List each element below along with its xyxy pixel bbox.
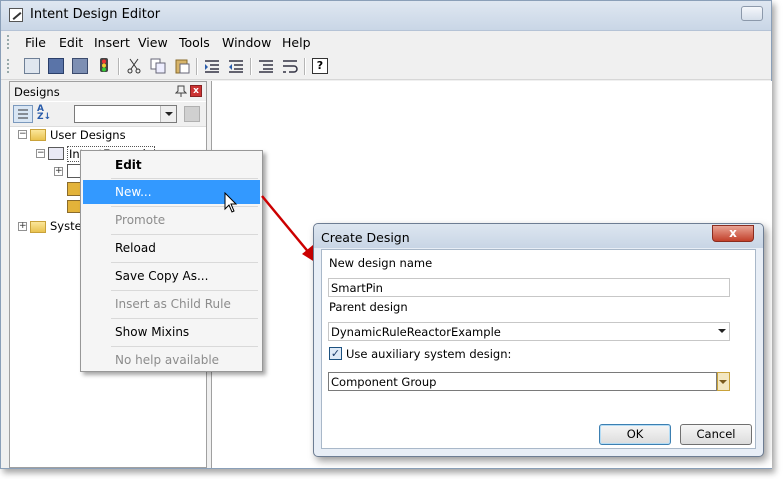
dialog-body: New design name SmartPin Parent design D…: [321, 249, 756, 449]
toolbar-separator: [250, 58, 252, 75]
chevron-down-icon: [718, 329, 726, 333]
menu-separator: [111, 234, 258, 235]
minimize-button[interactable]: [741, 6, 763, 21]
menu-separator: [111, 178, 258, 179]
new-icon[interactable]: [24, 58, 40, 74]
save-icon[interactable]: [48, 58, 64, 74]
grip-icon: [7, 59, 12, 73]
indent-left-icon[interactable]: [204, 58, 220, 74]
context-menu: Edit New... Promote Reload Save Copy As.…: [80, 150, 263, 372]
menu-tools[interactable]: Tools: [176, 34, 213, 51]
menu-separator: [111, 262, 258, 263]
menu-insert[interactable]: Insert: [91, 34, 133, 51]
tree-item-user-designs[interactable]: User Designs: [50, 128, 126, 142]
menu-bar: File Edit Insert View Tools Window Help: [1, 31, 771, 53]
menu-file[interactable]: File: [22, 34, 49, 51]
component-icon: [67, 200, 81, 213]
dialog-title-bar: Create Design x: [314, 224, 763, 248]
app-icon: [9, 8, 23, 22]
sort-az-icon[interactable]: A Z↓: [37, 105, 57, 123]
menu-separator: [111, 346, 258, 347]
aux-system-select[interactable]: Component Group: [328, 372, 717, 391]
menu-item-save-copy-as[interactable]: Save Copy As...: [83, 264, 260, 288]
dialog-title: Create Design: [321, 230, 410, 245]
menu-item-show-mixins[interactable]: Show Mixins: [83, 320, 260, 344]
go-icon[interactable]: [184, 106, 200, 122]
folder-icon: [30, 129, 46, 141]
menu-item-reload[interactable]: Reload: [83, 236, 260, 260]
design-filter-combo[interactable]: [74, 105, 177, 123]
ok-button[interactable]: OK: [599, 424, 671, 445]
indent-right-icon[interactable]: [228, 58, 244, 74]
aux-system-label: Use auxiliary system design:: [346, 347, 512, 361]
help-icon[interactable]: ?: [312, 58, 328, 74]
expand-toggle[interactable]: +: [54, 167, 63, 176]
collapse-toggle[interactable]: −: [36, 149, 45, 158]
chevron-down-icon: [719, 380, 727, 384]
title-bar: Intent Design Editor: [1, 1, 771, 31]
folder-icon: [30, 221, 46, 233]
rules-icon: [67, 164, 81, 178]
grip-icon: [7, 35, 12, 49]
menu-view[interactable]: View: [135, 34, 171, 51]
cursor-icon: [224, 192, 238, 213]
tree-item-system[interactable]: Syste: [50, 219, 82, 233]
wrap-icon[interactable]: [282, 58, 298, 74]
menu-item-no-help: No help available: [115, 353, 220, 367]
window-title: Intent Design Editor: [30, 7, 161, 22]
categorized-view-icon[interactable]: [13, 105, 33, 123]
menu-separator: [111, 290, 258, 291]
expand-toggle[interactable]: +: [18, 222, 27, 231]
toolbar-separator: [196, 58, 198, 75]
cancel-button[interactable]: Cancel: [680, 424, 752, 445]
menu-window[interactable]: Window: [219, 34, 274, 51]
pane-title: Designs: [14, 85, 60, 99]
list-icon[interactable]: [258, 58, 274, 74]
design-icon: [48, 147, 64, 160]
paste-icon[interactable]: [174, 58, 190, 74]
parent-design-label: Parent design: [329, 300, 408, 314]
copy-icon[interactable]: [150, 58, 166, 74]
menu-item-edit[interactable]: Edit: [83, 153, 260, 177]
save-all-icon[interactable]: [72, 58, 88, 74]
chevron-down-icon: [165, 112, 173, 116]
menu-separator: [111, 318, 258, 319]
traffic-light-icon[interactable]: [96, 58, 112, 74]
menu-edit[interactable]: Edit: [56, 34, 86, 51]
menu-item-insert-child-rule: Insert as Child Rule: [115, 297, 231, 311]
pin-icon[interactable]: [175, 85, 187, 97]
new-design-name-label: New design name: [329, 256, 433, 270]
component-icon: [67, 182, 81, 196]
close-pane-icon[interactable]: x: [190, 85, 202, 97]
collapse-toggle[interactable]: −: [18, 130, 27, 139]
toolbar: ?: [1, 54, 771, 80]
toolbar-separator: [118, 58, 120, 75]
menu-help[interactable]: Help: [279, 34, 314, 51]
parent-design-select[interactable]: DynamicRuleReactorExample: [328, 322, 730, 341]
new-design-name-input[interactable]: SmartPin: [328, 278, 730, 297]
aux-system-checkbox[interactable]: ✓: [329, 347, 342, 360]
create-design-dialog: Create Design x New design name SmartPin…: [313, 223, 764, 457]
aux-dropdown-button[interactable]: [717, 372, 730, 391]
cut-icon[interactable]: [126, 58, 142, 74]
pane-toolbar: A Z↓: [10, 102, 206, 127]
pane-header: Designs x: [10, 82, 206, 101]
dialog-close-button[interactable]: x: [712, 225, 754, 242]
toolbar-separator: [304, 58, 306, 75]
